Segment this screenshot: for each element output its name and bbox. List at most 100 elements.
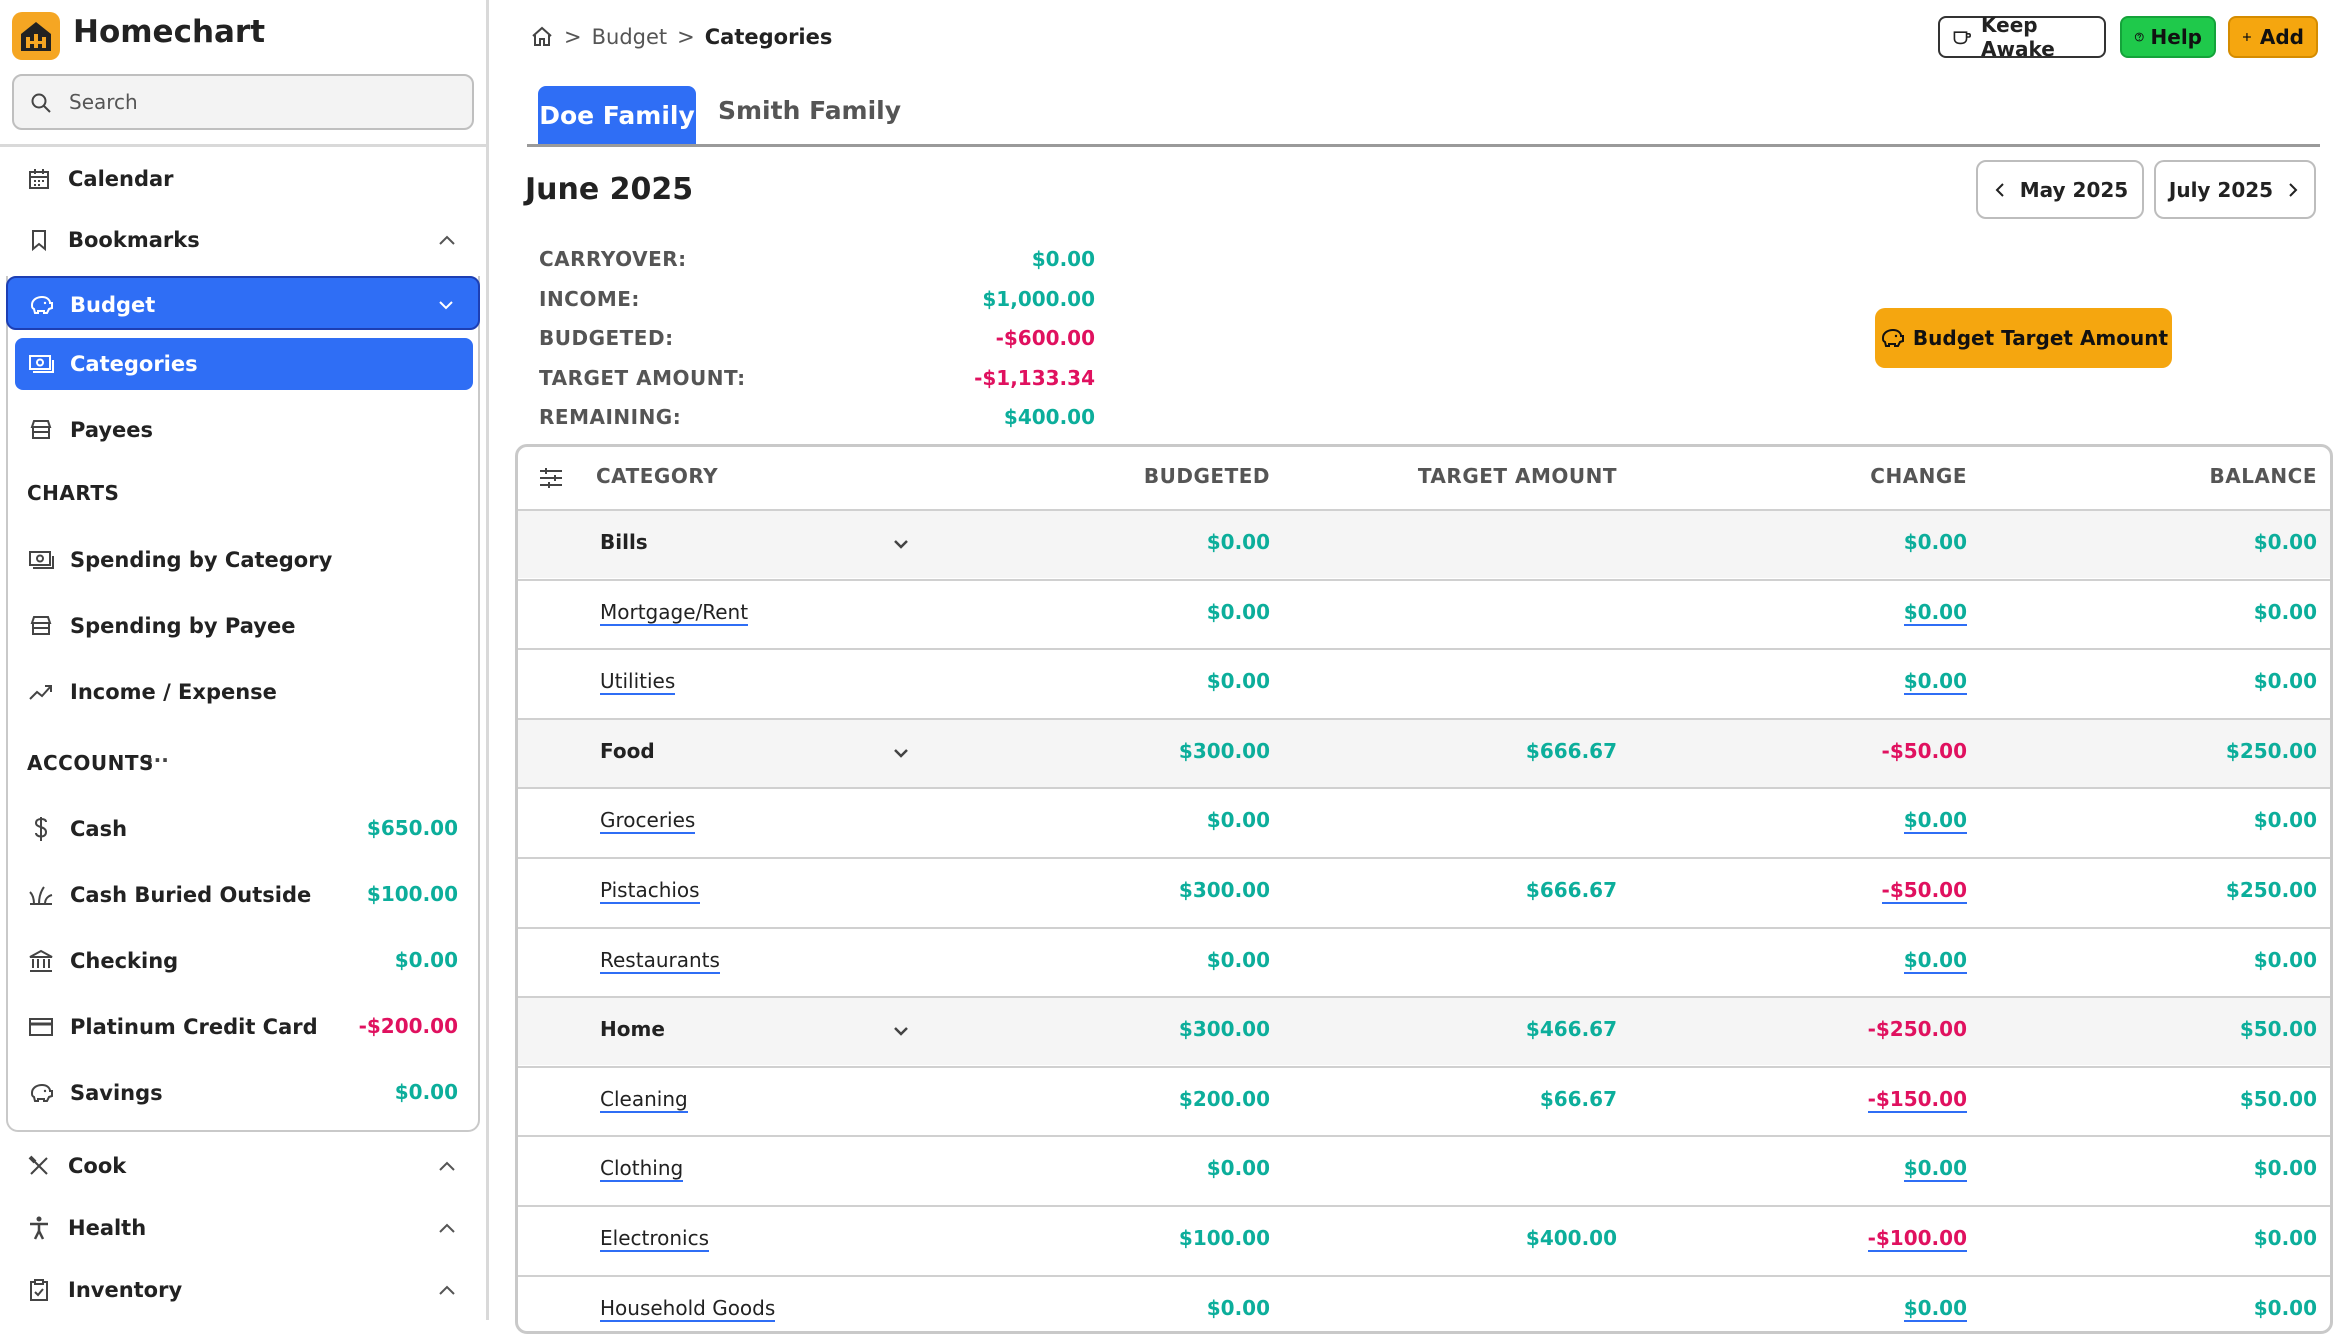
category-row[interactable] — [518, 579, 2330, 648]
change-amount[interactable]: -$50.00 — [1881, 878, 1967, 904]
clipboard-check-icon — [26, 1277, 52, 1303]
category-group-row[interactable] — [518, 509, 2330, 578]
change-amount[interactable]: $0.00 — [1903, 808, 1967, 834]
category-name-link[interactable]: Utilities — [600, 669, 676, 695]
category-group-name: Home — [600, 1017, 665, 1041]
category-group-row[interactable] — [518, 718, 2330, 787]
chevron-up-icon[interactable] — [437, 1282, 457, 1298]
search-input[interactable]: Search — [12, 74, 474, 130]
account-checking[interactable]: Checking — [28, 941, 178, 981]
sidebar-item-calendar[interactable]: Calendar — [26, 159, 174, 199]
chevron-down-icon[interactable] — [891, 1024, 911, 1038]
category-row[interactable] — [518, 648, 2330, 717]
sidebar-item-cook[interactable]: Cook — [26, 1146, 126, 1186]
change-amount[interactable]: $0.00 — [1903, 948, 1967, 974]
balance-amount: $0.00 — [2253, 669, 2317, 693]
summary-value: -$1,133.34 — [974, 366, 1095, 390]
sidebar-item-label: Bookmarks — [68, 228, 200, 252]
add-button[interactable]: Add — [2228, 16, 2318, 58]
budgeted-amount: $300.00 — [1178, 739, 1270, 763]
category-name-link[interactable]: Pistachios — [600, 878, 700, 904]
category-row[interactable] — [518, 1135, 2330, 1204]
home-icon[interactable] — [530, 25, 554, 49]
header-budgeted[interactable]: BUDGETED — [1144, 464, 1270, 488]
chevron-up-icon[interactable] — [437, 232, 457, 248]
next-month-button[interactable]: July 2025 — [2154, 160, 2316, 219]
budgeted-amount: $0.00 — [1206, 1156, 1270, 1180]
category-row[interactable] — [518, 1275, 2330, 1344]
trending-up-icon — [28, 679, 54, 705]
sidebar-item-inventory[interactable]: Inventory — [26, 1270, 182, 1310]
account-cash[interactable]: Cash — [28, 809, 127, 849]
category-row[interactable] — [518, 927, 2330, 996]
sidebar-item-health[interactable]: Health — [26, 1208, 146, 1248]
category-name-link[interactable]: Restaurants — [600, 948, 720, 974]
category-name-link[interactable]: Mortgage/Rent — [600, 600, 749, 626]
chevron-up-icon[interactable] — [437, 1158, 457, 1174]
homechart-logo[interactable] — [12, 12, 60, 60]
chevron-down-icon[interactable] — [436, 298, 456, 312]
sidebar-item-categories-label: Categories — [28, 344, 198, 384]
category-row[interactable] — [518, 857, 2330, 926]
plus-icon — [2242, 33, 2251, 41]
category-row[interactable] — [518, 787, 2330, 856]
search-icon — [31, 93, 51, 113]
sidebar-divider — [0, 144, 486, 147]
change-amount[interactable]: $0.00 — [1903, 1156, 1967, 1182]
category-name-link[interactable]: Clothing — [600, 1156, 684, 1182]
header-category[interactable]: CATEGORY — [596, 464, 718, 488]
tab-smith-family[interactable]: Smith Family — [718, 96, 901, 125]
account-balance: $650.00 — [366, 816, 458, 840]
sidebar-item-budget-label: Budget — [28, 285, 155, 325]
header-target-amount[interactable]: TARGET AMOUNT — [1418, 464, 1617, 488]
change-amount[interactable]: -$100.00 — [1867, 1226, 1967, 1252]
summary-label: INCOME: — [539, 287, 640, 311]
help-button[interactable]: Help — [2120, 16, 2216, 58]
sidebar-item-label: Calendar — [68, 167, 174, 191]
account-savings[interactable]: Savings — [28, 1073, 163, 1113]
budgeted-amount: $0.00 — [1206, 669, 1270, 693]
chevron-down-icon[interactable] — [891, 746, 911, 760]
change-amount[interactable]: $0.00 — [1903, 600, 1967, 626]
sidebar-item-spending-by-payee[interactable]: Spending by Payee — [28, 606, 295, 646]
budget-target-amount-button[interactable]: Budget Target Amount — [1875, 308, 2172, 368]
chevron-down-icon[interactable] — [891, 537, 911, 551]
category-name-link[interactable]: Household Goods — [600, 1296, 776, 1322]
budgeted-amount: $0.00 — [1206, 1296, 1270, 1320]
sidebar-item-payees[interactable]: Payees — [28, 410, 153, 450]
sidebar-item-label: Spending by Payee — [70, 614, 296, 638]
header-change[interactable]: CHANGE — [1870, 464, 1967, 488]
sidebar-item-income-expense[interactable]: Income / Expense — [28, 672, 277, 712]
chevron-up-icon[interactable] — [437, 1220, 457, 1236]
category-name-link[interactable]: Electronics — [600, 1226, 710, 1252]
change-amount[interactable]: -$150.00 — [1867, 1087, 1967, 1113]
category-name-link[interactable]: Cleaning — [600, 1087, 688, 1113]
category-name-link[interactable]: Groceries — [600, 808, 696, 834]
category-group-row[interactable] — [518, 996, 2330, 1065]
previous-month-button[interactable]: May 2025 — [1976, 160, 2144, 219]
month-title: June 2025 — [525, 172, 694, 207]
keep-awake-button[interactable]: Keep Awake — [1938, 13, 2106, 61]
sidebar-item-spending-by-category[interactable]: Spending by Category — [28, 540, 332, 580]
category-row[interactable] — [518, 1205, 2330, 1274]
breadcrumb-budget[interactable]: Budget — [592, 25, 668, 49]
chevron-right-icon — [2289, 182, 2298, 197]
change-amount[interactable]: $0.00 — [1903, 669, 1967, 695]
category-row[interactable] — [518, 1066, 2330, 1135]
next-month-label: July 2025 — [2168, 177, 2274, 202]
change-amount[interactable]: $0.00 — [1903, 1296, 1967, 1322]
account-platinum-credit-card[interactable]: Platinum Credit Card — [28, 1007, 318, 1047]
sidebar-item-bookmarks[interactable]: Bookmarks — [26, 220, 200, 260]
table-settings-icon[interactable] — [538, 466, 564, 490]
change-amount: $0.00 — [1903, 530, 1967, 554]
summary-label: REMAINING: — [539, 405, 682, 429]
piggy-bank-icon — [1881, 328, 1904, 347]
account-balance: $0.00 — [394, 1080, 458, 1104]
tab-doe-family[interactable]: Doe Family — [538, 86, 696, 145]
store-icon — [28, 613, 54, 639]
header-balance[interactable]: BALANCE — [2209, 464, 2317, 488]
account-cash-buried-outside[interactable]: Cash Buried Outside — [28, 875, 311, 915]
money-icon — [28, 351, 54, 377]
accounts-more-icon[interactable]: ··· — [146, 748, 169, 772]
balance-amount: $50.00 — [2239, 1087, 2317, 1111]
